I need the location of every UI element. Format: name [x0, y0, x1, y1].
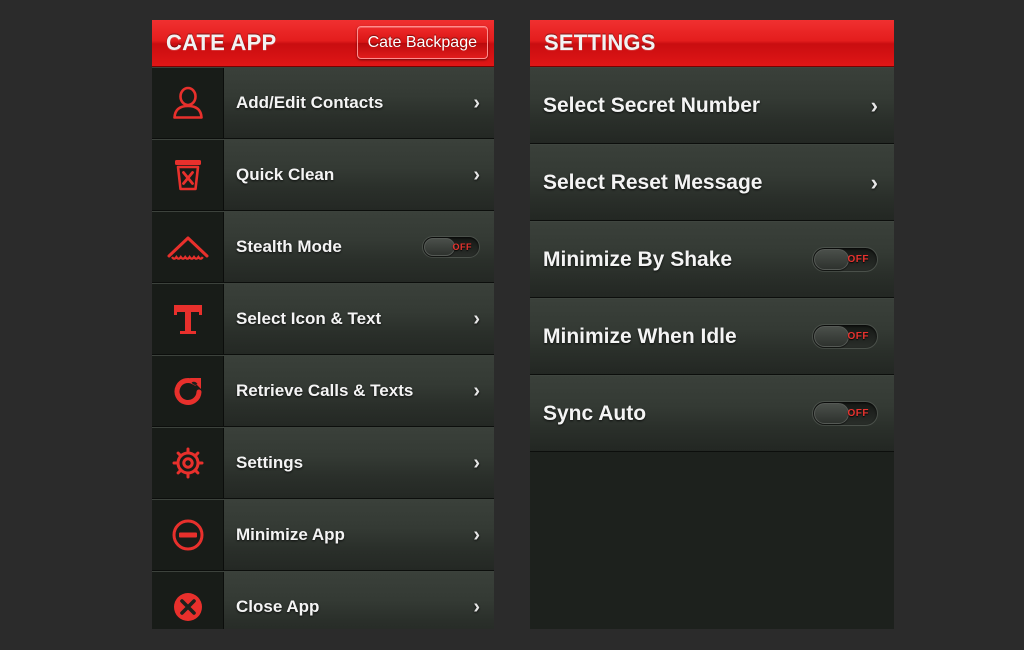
chevron-right-icon: › — [473, 452, 480, 474]
menu-item-label: Settings — [236, 453, 304, 472]
chevron-right-icon: › — [870, 169, 878, 195]
chevron-right-icon: › — [473, 308, 480, 330]
icon-cell — [152, 428, 224, 498]
label-cell: Quick Clean › — [224, 140, 494, 210]
chevron-right-icon: › — [870, 92, 878, 118]
stealth-mode-toggle[interactable]: OFF — [422, 236, 480, 258]
menu-item-label: Select Icon & Text — [236, 309, 382, 328]
label-cell: Close App › — [224, 572, 494, 629]
settings-item-label: Minimize By Shake — [543, 247, 733, 271]
menu-item-label: Quick Clean — [236, 165, 335, 184]
label-cell: Stealth Mode OFF — [224, 212, 494, 282]
settings-title: SETTINGS — [544, 30, 656, 55]
toggle-state-label: OFF — [847, 254, 869, 265]
icon-cell — [152, 212, 224, 282]
screenshot-root: CATE APP Cate Backpage Add/Edit Contacts… — [0, 0, 1024, 650]
toggle-knob — [814, 326, 849, 347]
person-icon — [170, 86, 206, 120]
chevron-right-icon: › — [473, 164, 480, 186]
settings-item-label: Sync Auto — [543, 401, 647, 425]
label-cell: Retrieve Calls & Texts › — [224, 356, 494, 426]
icon-cell — [152, 140, 224, 210]
menu-item-close-app[interactable]: Close App › — [152, 571, 494, 629]
icon-cell — [152, 284, 224, 354]
menu-item-retrieve-calls-texts[interactable]: Retrieve Calls & Texts › — [152, 355, 494, 427]
text-t-icon — [172, 302, 204, 336]
menu-item-add-edit-contacts[interactable]: Add/Edit Contacts › — [152, 67, 494, 139]
toggle-knob — [424, 238, 455, 256]
menu-item-select-icon-text[interactable]: Select Icon & Text › — [152, 283, 494, 355]
menu-item-label: Retrieve Calls & Texts — [236, 381, 414, 400]
cate-backpage-button[interactable]: Cate Backpage — [356, 26, 488, 59]
sync-auto-toggle[interactable]: OFF — [812, 401, 878, 426]
cate-app-panel: CATE APP Cate Backpage Add/Edit Contacts… — [152, 20, 494, 629]
menu-item-minimize-app[interactable]: Minimize App › — [152, 499, 494, 571]
minimize-when-idle-toggle[interactable]: OFF — [812, 324, 878, 349]
menu-item-label: Close App — [236, 597, 320, 616]
chevron-right-icon: › — [473, 524, 480, 546]
minus-circle-icon — [171, 518, 205, 552]
trash-x-icon — [172, 157, 204, 193]
cate-app-header: CATE APP Cate Backpage — [152, 20, 494, 67]
menu-item-quick-clean[interactable]: Quick Clean › — [152, 139, 494, 211]
stealth-wing-icon — [166, 233, 210, 261]
menu-item-label: Stealth Mode — [236, 237, 342, 256]
toggle-state-label: OFF — [452, 242, 472, 252]
close-circle-icon — [171, 590, 205, 624]
chevron-right-icon: › — [473, 596, 480, 618]
label-cell: Minimize App › — [224, 500, 494, 570]
toggle-state-label: OFF — [847, 408, 869, 419]
chevron-right-icon: › — [473, 92, 480, 114]
icon-cell — [152, 572, 224, 629]
settings-item-select-reset-message[interactable]: Select Reset Message › — [530, 144, 894, 221]
icon-cell — [152, 68, 224, 138]
toggle-knob — [814, 403, 849, 424]
menu-item-label: Add/Edit Contacts — [236, 93, 384, 112]
call-retrieve-icon — [170, 374, 206, 408]
toggle-state-label: OFF — [847, 331, 869, 342]
label-cell: Settings › — [224, 428, 494, 498]
page-title: CATE APP — [166, 30, 277, 55]
settings-panel: SETTINGS Select Secret Number › Select R… — [530, 20, 894, 629]
menu-item-stealth-mode[interactable]: Stealth Mode OFF — [152, 211, 494, 283]
settings-item-label: Minimize When Idle — [543, 324, 737, 348]
settings-item-label: Select Reset Message — [543, 170, 763, 194]
settings-header: SETTINGS — [530, 20, 894, 67]
menu-item-settings[interactable]: Settings › — [152, 427, 494, 499]
settings-item-minimize-when-idle[interactable]: Minimize When Idle OFF — [530, 298, 894, 375]
icon-cell — [152, 356, 224, 426]
menu-item-label: Minimize App — [236, 525, 345, 544]
chevron-right-icon: › — [473, 380, 480, 402]
settings-item-label: Select Secret Number — [543, 93, 761, 117]
settings-item-select-secret-number[interactable]: Select Secret Number › — [530, 67, 894, 144]
settings-item-sync-auto[interactable]: Sync Auto OFF — [530, 375, 894, 452]
minimize-by-shake-toggle[interactable]: OFF — [812, 247, 878, 272]
icon-cell — [152, 500, 224, 570]
label-cell: Add/Edit Contacts › — [224, 68, 494, 138]
toggle-knob — [814, 249, 849, 270]
settings-item-minimize-by-shake[interactable]: Minimize By Shake OFF — [530, 221, 894, 298]
gear-icon — [170, 445, 206, 481]
label-cell: Select Icon & Text › — [224, 284, 494, 354]
